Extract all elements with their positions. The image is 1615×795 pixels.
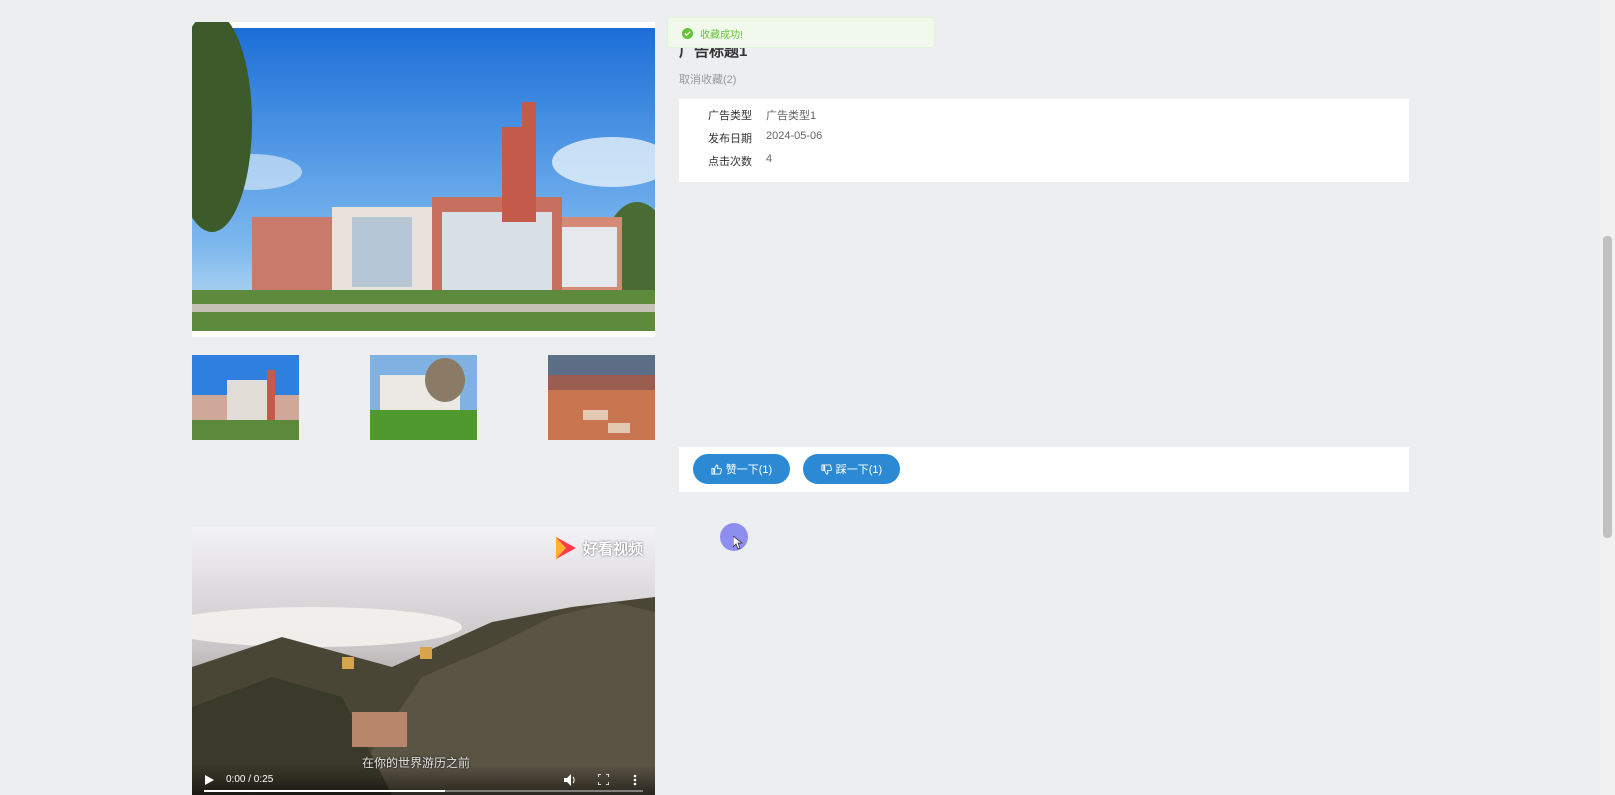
vote-panel: 赞一下(1) 踩一下(1) [679, 447, 1409, 492]
toast-message: 收藏成功! [700, 30, 743, 41]
volume-icon[interactable] [564, 774, 576, 786]
info-value: 2024-05-06 [766, 130, 823, 142]
campus-building-image [192, 22, 655, 337]
info-label: 点击次数 [708, 156, 752, 168]
fullscreen-icon[interactable] [598, 774, 609, 785]
dislike-label: 踩一下(1) [835, 464, 883, 476]
like-button[interactable]: 赞一下(1) [693, 454, 790, 484]
thumbnail-plaza-image [548, 355, 655, 440]
check-circle-icon [682, 28, 693, 39]
success-toast: 收藏成功! [667, 17, 935, 48]
video-logo: 好看视频 [553, 535, 643, 561]
dislike-button[interactable]: 踩一下(1) [803, 454, 900, 484]
video-controls: 0:00 / 0:25 [192, 765, 655, 795]
info-value: 4 [766, 153, 773, 165]
video-progress-fill [204, 790, 446, 792]
thumbnail-campus-image [192, 355, 299, 440]
thumbs-down-icon [821, 463, 832, 475]
thumbs-up-icon [711, 463, 722, 475]
more-vertical-icon[interactable] [633, 774, 637, 786]
play-logo-icon [555, 537, 576, 559]
scrollbar-thumb[interactable] [1603, 236, 1612, 538]
info-label: 发布日期 [708, 133, 752, 145]
ad-info-panel: 广告类型 广告类型1 发布日期 2024-05-06 点击次数 4 [679, 99, 1409, 182]
video-progress-bar[interactable] [204, 790, 643, 792]
video-player[interactable]: 好看视频 在你的世界游历之前 0:00 / 0:25 [192, 527, 655, 795]
video-logo-text: 好看视频 [582, 540, 643, 558]
video-time: 0:00 / 0:25 [226, 774, 274, 785]
thumbnail-3[interactable] [548, 355, 655, 440]
info-label: 广告类型 [708, 110, 752, 122]
play-icon[interactable] [205, 775, 214, 785]
main-ad-image [192, 22, 655, 337]
thumbnail-lawn-image [370, 355, 477, 440]
uncollect-link[interactable]: 取消收藏(2) [679, 71, 736, 87]
thumbnail-2[interactable] [370, 355, 477, 440]
mouse-pointer-icon [733, 536, 743, 550]
like-label: 赞一下(1) [725, 464, 773, 476]
page-scrollbar[interactable] [1600, 0, 1615, 795]
thumbnail-1[interactable] [192, 355, 299, 440]
info-value: 广告类型1 [766, 110, 817, 122]
